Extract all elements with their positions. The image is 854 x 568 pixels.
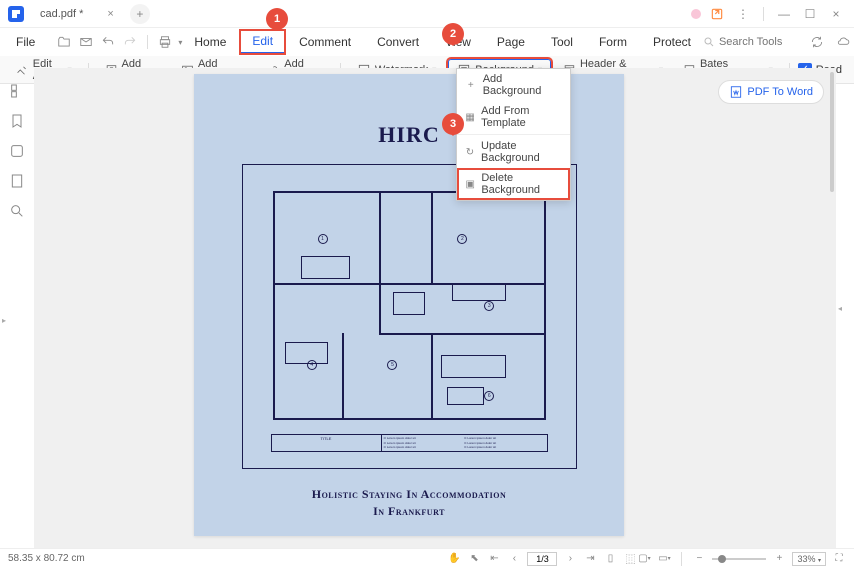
search-panel-icon[interactable] (8, 202, 26, 220)
sync-icon[interactable] (807, 32, 827, 52)
minimize-button[interactable]: — (774, 4, 794, 24)
file-menu[interactable]: File (8, 35, 43, 49)
update-icon: ↻ (465, 146, 475, 158)
expand-right-icon[interactable]: ◂ (836, 68, 844, 548)
title-bar: cad.pdf * × + ⋮ — ☐ × (0, 0, 854, 28)
zoom-out-icon[interactable]: − (692, 552, 706, 566)
last-page-icon[interactable]: ⇥ (583, 552, 597, 566)
title-right: ⋮ — ☐ × (691, 4, 846, 24)
close-button[interactable]: × (826, 4, 846, 24)
page-subtitle-2: In Frankfurt (373, 504, 445, 519)
print-icon[interactable] (156, 33, 174, 51)
plus-icon: + (465, 79, 477, 91)
fit-page-icon[interactable]: ▢▾ (637, 552, 651, 566)
callout-3: 3 (442, 113, 464, 135)
template-icon: ▦ (465, 111, 475, 123)
scrollbar[interactable] (830, 72, 834, 192)
tab-protect[interactable]: Protect (641, 31, 703, 53)
menu-row: File ▾ Home Edit Comment Convert View Pa… (0, 28, 854, 56)
add-from-template-item[interactable]: ▦ Add From Template (457, 101, 570, 133)
open-icon[interactable] (55, 33, 73, 51)
delete-background-item[interactable]: ▣ Delete Background (457, 168, 570, 200)
search-icon (703, 36, 715, 48)
zoom-in-icon[interactable]: + (772, 552, 786, 566)
share-icon[interactable] (707, 4, 727, 24)
next-page-icon[interactable]: › (563, 552, 577, 566)
tab-tool[interactable]: Tool (539, 31, 585, 53)
page-heading: HIRC (378, 122, 439, 148)
tab-title: cad.pdf * (40, 8, 83, 20)
add-template-label: Add From Template (481, 105, 562, 129)
page-dimensions: 58.35 x 80.72 cm (8, 553, 447, 564)
continuous-icon[interactable]: ⿲ (623, 552, 637, 566)
first-page-icon[interactable]: ⇤ (487, 552, 501, 566)
zoom-level[interactable]: 33% ▾ (792, 552, 826, 566)
maximize-button[interactable]: ☐ (800, 4, 820, 24)
redo-icon[interactable] (121, 33, 139, 51)
mail-icon[interactable] (77, 33, 95, 51)
pdf-to-word-label: PDF To Word (747, 86, 813, 98)
add-tab-button[interactable]: + (130, 4, 150, 24)
pdf-to-word-button[interactable]: PDF To Word (718, 80, 824, 104)
single-page-icon[interactable]: ▯ (603, 552, 617, 566)
update-background-item[interactable]: ↻ Update Background (457, 136, 570, 168)
thumbnails-icon[interactable] (8, 82, 26, 100)
callout-2: 2 (442, 23, 464, 45)
update-bg-label: Update Background (481, 140, 562, 164)
title-block-label: TITLE (272, 435, 382, 451)
title-block: TITLE ⊙ Lorem ipsum dolor sit⊙ Lorem ips… (271, 434, 548, 452)
background-dropdown: + Add Background ▦ Add From Template ↻ U… (456, 68, 571, 201)
floorplan: 1 2 3 4 5 6 TITLE ⊙ Lo (242, 164, 577, 469)
annotations-icon[interactable] (8, 142, 26, 160)
app-icon (8, 6, 24, 22)
view-mode-icon[interactable]: ▭▾ (657, 552, 671, 566)
document-view[interactable]: HIRC 1 2 3 4 5 6 (34, 68, 836, 548)
document-tab[interactable]: cad.pdf * × (32, 8, 122, 20)
fullscreen-icon[interactable]: ⛶ (832, 552, 846, 566)
add-bg-label: Add Background (483, 73, 562, 97)
expand-left-icon[interactable]: ▸ (0, 300, 8, 340)
tab-form[interactable]: Form (587, 31, 639, 53)
tab-page[interactable]: Page (485, 31, 537, 53)
tab-home[interactable]: Home (182, 31, 238, 53)
tab-convert[interactable]: Convert (365, 31, 431, 53)
zoom-slider[interactable] (712, 558, 766, 560)
delete-icon: ▣ (465, 178, 475, 190)
bookmarks-icon[interactable] (8, 112, 26, 130)
user-avatar-icon[interactable] (691, 9, 701, 19)
quick-access-toolbar: ▾ (55, 33, 182, 51)
close-tab-icon[interactable]: × (107, 8, 113, 20)
word-icon (729, 85, 743, 99)
more-icon[interactable]: ⋮ (733, 4, 753, 24)
page-subtitle: Holistic Staying In Accommodation (312, 487, 507, 502)
tab-comment[interactable]: Comment (287, 31, 363, 53)
status-center: ✋ ⬉ ⇤ ‹ › ⇥ ▯ ⿲ (447, 552, 637, 566)
hand-tool-icon[interactable]: ✋ (447, 552, 461, 566)
undo-icon[interactable] (99, 33, 117, 51)
page-number-input[interactable] (527, 552, 557, 566)
status-bar: 58.35 x 80.72 cm ✋ ⬉ ⇤ ‹ › ⇥ ▯ ⿲ ▢▾ ▭▾ −… (0, 548, 854, 568)
search-tools[interactable] (703, 36, 799, 48)
delete-bg-label: Delete Background (481, 172, 562, 196)
attachments-icon[interactable] (8, 172, 26, 190)
cloud-icon[interactable] (833, 32, 853, 52)
select-tool-icon[interactable]: ⬉ (467, 552, 481, 566)
add-background-item[interactable]: + Add Background (457, 69, 570, 101)
callout-1: 1 (266, 8, 288, 30)
plan-body: 1 2 3 4 5 6 (273, 191, 546, 420)
search-input[interactable] (719, 36, 799, 48)
prev-page-icon[interactable]: ‹ (507, 552, 521, 566)
